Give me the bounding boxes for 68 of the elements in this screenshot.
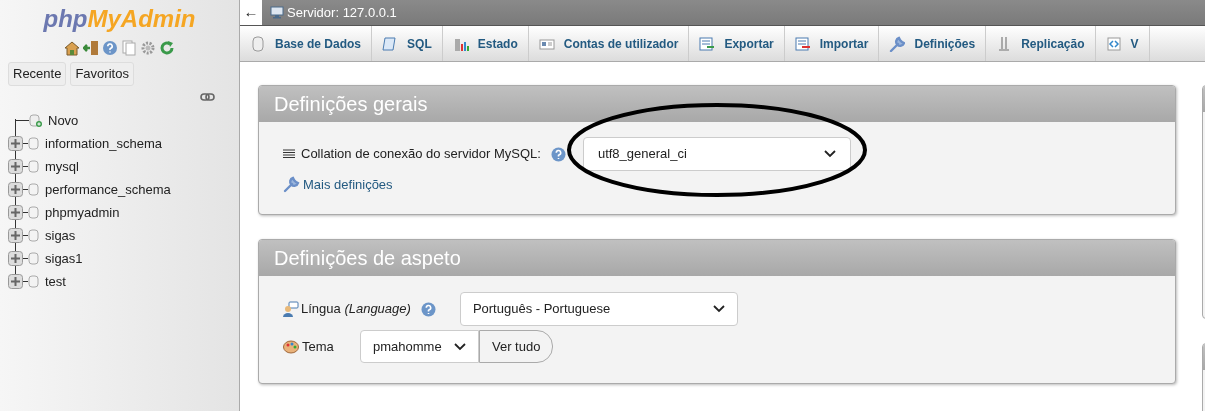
document-icon <box>794 35 811 52</box>
exit-icon[interactable] <box>83 40 99 56</box>
home-icon[interactable] <box>64 40 80 56</box>
nav-tab[interactable]: Replicação <box>986 26 1096 61</box>
script-icon <box>382 35 399 52</box>
view-all-button[interactable]: Ver tudo <box>479 330 554 363</box>
field-label: Collation de conexão do servidor MySQL: <box>301 145 541 164</box>
chevron-down-icon <box>712 305 725 313</box>
sidebar-tab[interactable]: Recente <box>8 62 67 86</box>
nav-tab[interactable]: Importar <box>784 26 880 61</box>
expand-icon[interactable] <box>8 205 23 220</box>
expand-icon[interactable] <box>8 228 23 243</box>
field-label: Língua (Language) <box>301 300 411 319</box>
nav-tab[interactable]: Exportar <box>689 26 785 61</box>
expand-icon[interactable] <box>8 274 23 289</box>
more-settings-link[interactable]: Mais definições <box>303 175 393 195</box>
reload-icon[interactable] <box>159 40 175 56</box>
expand-icon[interactable] <box>8 136 23 151</box>
expand-icon[interactable] <box>8 251 23 266</box>
language-select[interactable]: Português - Portuguese <box>459 292 738 326</box>
help-icon[interactable] <box>550 146 566 162</box>
list-icon <box>283 149 295 159</box>
help-icon[interactable] <box>102 40 118 56</box>
panel-title: Definições gerais <box>274 92 428 117</box>
nav-tab[interactable]: Base de Dados <box>240 26 373 61</box>
panel-title: Definições de aspeto <box>274 246 461 271</box>
server-title[interactable]: Servidor: 127.0.0.1 <box>287 2 397 23</box>
database-icon <box>28 137 39 150</box>
collation-select[interactable]: utf8_general_ci <box>582 137 851 171</box>
database-icon <box>250 35 266 52</box>
database-link[interactable]: mysql <box>45 156 79 177</box>
new-database-icon[interactable] <box>29 114 42 127</box>
database-link[interactable]: test <box>45 271 66 292</box>
database-link[interactable]: performance_schema <box>45 179 171 200</box>
database-link[interactable]: information_schema <box>45 133 163 154</box>
wrench-icon <box>283 176 300 194</box>
nav-tab[interactable]: Estado <box>442 26 529 61</box>
database-icon <box>28 183 39 196</box>
phpmyadmin-logo[interactable]: phpMyAdmin <box>43 4 196 34</box>
help-icon[interactable] <box>420 301 436 317</box>
database-icon <box>28 229 39 242</box>
field-label: Tema <box>302 337 335 356</box>
language-icon <box>283 301 299 317</box>
chevron-down-icon <box>823 150 836 158</box>
theme-select[interactable]: pmahomme <box>360 330 479 363</box>
database-icon <box>28 275 39 288</box>
nav-tab[interactable]: V <box>1095 26 1150 61</box>
database-icon <box>28 206 39 219</box>
link-icon[interactable] <box>200 93 215 101</box>
wrench-icon <box>889 35 906 52</box>
database-link[interactable]: Novo <box>48 110 79 131</box>
nav-tab[interactable]: Definições <box>879 26 987 61</box>
document-icon <box>699 35 716 52</box>
palette-icon <box>283 339 299 354</box>
database-icon <box>28 160 39 173</box>
database-link[interactable]: sigas <box>45 225 76 246</box>
database-icon <box>28 252 39 265</box>
database-link[interactable]: sigas1 <box>45 248 83 269</box>
nav-tab[interactable]: Contas de utilizador <box>528 26 690 61</box>
settings-icon[interactable] <box>140 40 156 56</box>
code-icon <box>1105 35 1122 52</box>
server-icon <box>270 6 284 19</box>
chevron-down-icon <box>454 342 466 351</box>
expand-icon[interactable] <box>8 159 23 174</box>
database-link[interactable]: phpmyadmin <box>45 202 120 223</box>
expand-icon[interactable] <box>8 182 23 197</box>
nav-tab[interactable]: SQL <box>372 26 443 61</box>
sidebar-tab[interactable]: Favoritos <box>70 62 134 86</box>
